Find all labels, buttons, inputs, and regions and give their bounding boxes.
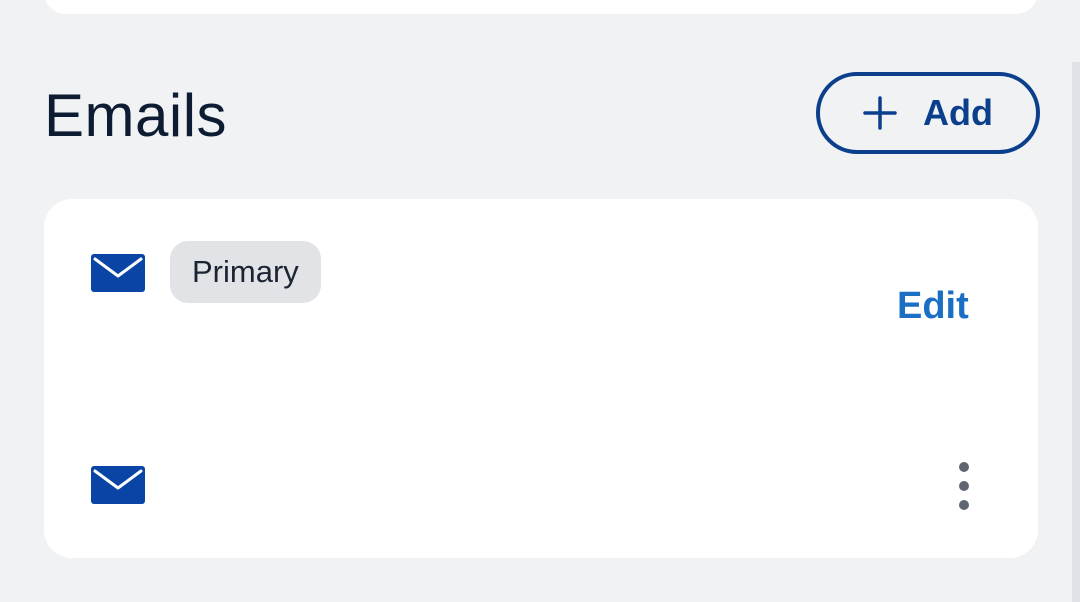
email-address bbox=[174, 317, 644, 331]
email-address bbox=[174, 477, 644, 491]
edit-email-link[interactable]: Edit bbox=[897, 283, 969, 329]
add-button-label: Add bbox=[923, 92, 993, 133]
emails-card: Primary Edit bbox=[44, 199, 1038, 558]
section-title: Emails bbox=[44, 82, 228, 149]
primary-badge: Primary bbox=[170, 241, 321, 303]
more-vertical-icon bbox=[957, 461, 971, 511]
add-email-button[interactable]: Add bbox=[816, 72, 1040, 154]
mail-icon bbox=[91, 254, 145, 292]
mail-icon bbox=[91, 466, 145, 504]
more-options-button[interactable] bbox=[944, 455, 984, 517]
plus-icon bbox=[863, 96, 897, 130]
scrollbar[interactable] bbox=[1072, 62, 1080, 602]
previous-section-card bbox=[44, 0, 1038, 14]
